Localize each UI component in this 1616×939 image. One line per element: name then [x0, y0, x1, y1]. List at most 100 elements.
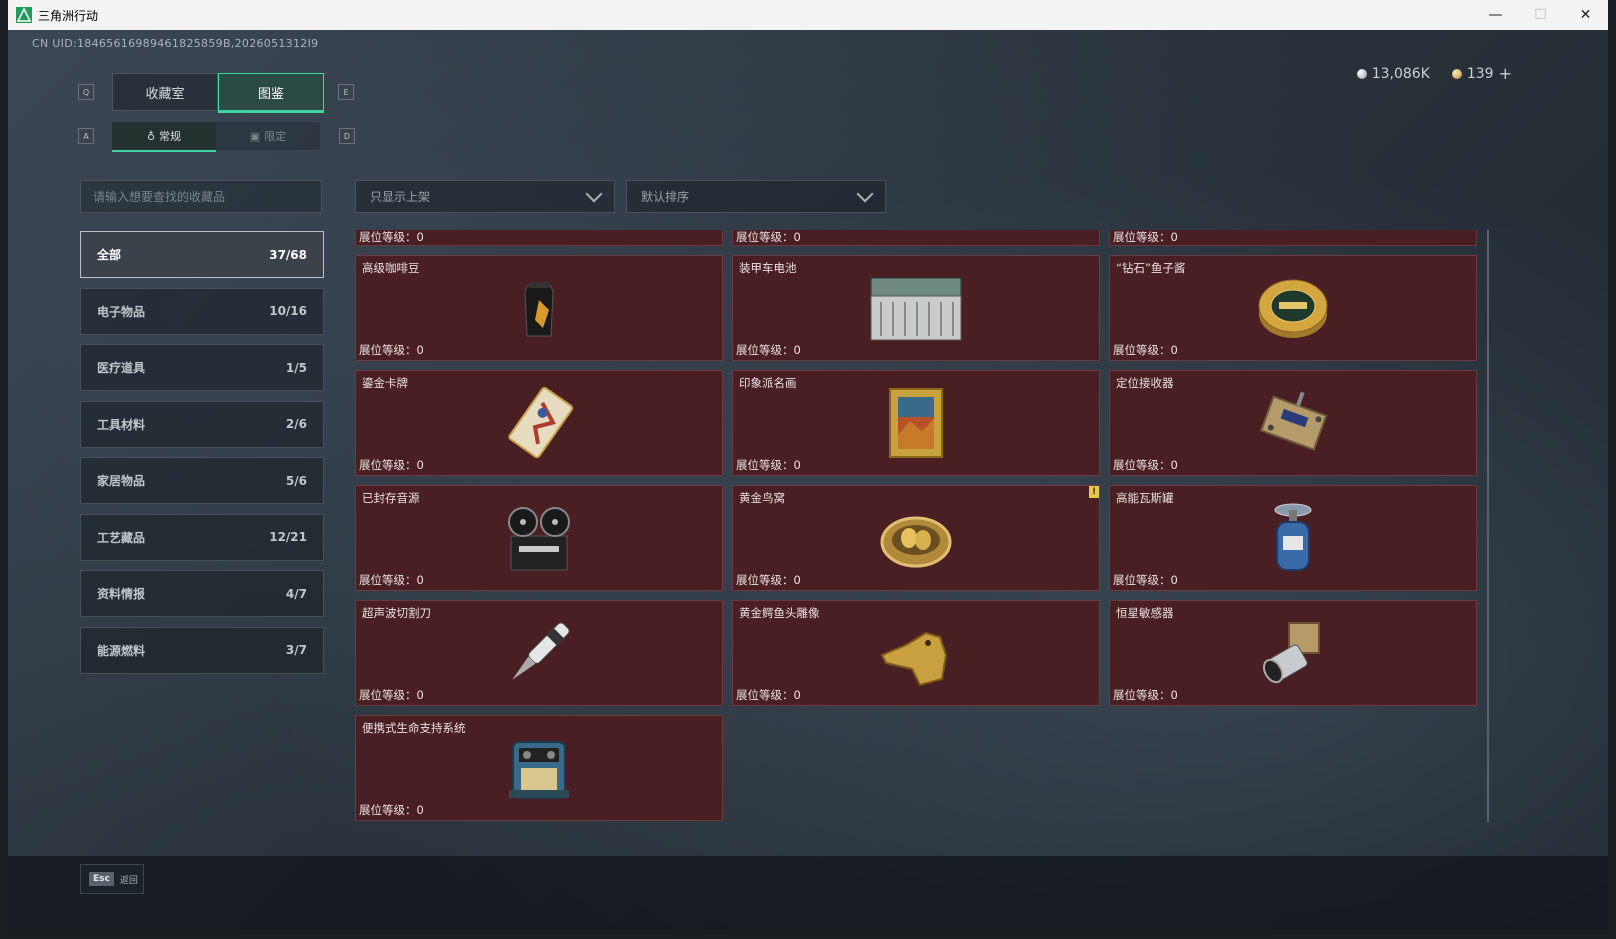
category-household[interactable]: 家居物品 5/6 — [80, 457, 324, 504]
level-value: 0 — [416, 230, 424, 244]
item-card-life-support[interactable]: 便携式生命支持系统 展位等级：0 — [355, 715, 723, 821]
back-button[interactable]: Esc 返回 — [80, 864, 144, 894]
key-hint-q: Q — [78, 84, 94, 100]
close-button[interactable]: ✕ — [1563, 0, 1608, 30]
warning-icon: ! — [1089, 486, 1099, 498]
filter-dropdown-value: 只显示上架 — [370, 190, 431, 204]
window-titlebar: 三角洲行动 — ☐ ✕ — [8, 0, 1608, 31]
level-label: 展位等级： — [359, 573, 417, 587]
level-label: 展位等级： — [736, 573, 794, 587]
item-card-partial[interactable]: 展位等级：0 — [355, 230, 723, 246]
level-label: 展位等级： — [1113, 230, 1171, 244]
item-name: 便携式生命支持系统 — [362, 721, 466, 735]
item-level: 展位等级：0 — [359, 457, 424, 473]
life-support-icon — [509, 741, 569, 799]
category-all[interactable]: 全部 37/68 — [80, 231, 324, 278]
category-label: 资料情报 — [97, 587, 146, 601]
category-label: 能源燃料 — [97, 643, 146, 658]
gold-currency: 139 + — [1451, 64, 1512, 83]
item-card-painting[interactable]: 印象派名画 展位等级：0 — [732, 370, 1100, 476]
item-level: 展位等级：0 — [736, 457, 801, 473]
ultrasonic-knife-icon — [512, 622, 570, 680]
category-energy[interactable]: 能源燃料 3/7 — [80, 626, 324, 674]
level-value: 0 — [1170, 458, 1178, 472]
item-card-partial[interactable]: 展位等级：0 — [1109, 230, 1477, 246]
item-card-coffee[interactable]: 高级咖啡豆 展位等级：0 — [355, 255, 723, 361]
level-value: 0 — [416, 458, 424, 472]
item-name: 超声波切割刀 — [362, 606, 431, 620]
item-card-ultrasonic-knife[interactable]: 超声波切割刀 展位等级：0 — [355, 600, 723, 706]
item-level: 展位等级：0 — [359, 572, 424, 588]
item-card-gas-canister[interactable]: 高能瓦斯罐 展位等级：0 — [1109, 485, 1477, 591]
item-card-receiver[interactable]: 定位接收器 展位等级：0 — [1109, 370, 1477, 476]
tab-collection-room[interactable]: 收藏室 — [112, 73, 218, 111]
item-card-battery[interactable]: 装甲车电池 展位等级：0 — [732, 255, 1100, 361]
filter-dropdown[interactable]: 只显示上架 — [355, 180, 615, 213]
level-value: 0 — [1170, 573, 1178, 587]
receiver-device-icon — [1259, 391, 1328, 451]
level-value: 0 — [793, 230, 801, 244]
item-card-gold-crocodile[interactable]: 黄金鳄鱼头雕像 展位等级：0 — [732, 600, 1100, 706]
category-count: 12/21 — [269, 530, 307, 544]
framed-painting-icon — [889, 388, 943, 458]
level-value: 0 — [793, 343, 801, 357]
level-value: 0 — [416, 573, 424, 587]
subtab-regular[interactable]: ♁ 常规 — [112, 122, 216, 152]
level-value: 0 — [416, 343, 424, 357]
item-level: 展位等级：0 — [1113, 457, 1178, 473]
category-intel[interactable]: 资料情报 4/7 — [80, 570, 324, 617]
window-title: 三角洲行动 — [38, 8, 99, 23]
level-label: 展位等级： — [359, 230, 417, 244]
star-sensor-icon — [1262, 622, 1320, 684]
app-logo-icon — [16, 7, 32, 23]
item-card-tape-recorder[interactable]: 已封存音源 展位等级：0 — [355, 485, 723, 591]
item-name: “钻石”鱼子酱 — [1116, 261, 1186, 275]
category-label: 电子物品 — [97, 304, 146, 319]
category-count: 4/7 — [285, 586, 307, 601]
item-name: 高级咖啡豆 — [362, 261, 420, 275]
item-card-golden-nest[interactable]: 黄金鸟窝 ! 展位等级：0 — [732, 485, 1100, 591]
maximize-button[interactable]: ☐ — [1518, 0, 1563, 30]
item-name: 装甲车电池 — [739, 261, 797, 275]
add-currency-button[interactable]: + — [1499, 64, 1512, 83]
category-label: 家居物品 — [97, 474, 146, 488]
level-value: 0 — [416, 803, 424, 817]
sort-dropdown-value: 默认排序 — [641, 190, 690, 204]
item-level: 展位等级：0 — [1113, 342, 1178, 358]
item-card-gilded-card[interactable]: 鎏金卡牌 展位等级：0 — [355, 370, 723, 476]
limited-icon: ▣ — [249, 129, 261, 143]
sub-tabs: ♁ 常规 ▣ 限定 — [112, 122, 320, 152]
level-label: 展位等级： — [736, 688, 794, 702]
item-card-caviar[interactable]: “钻石”鱼子酱 展位等级：0 — [1109, 255, 1477, 361]
level-label: 展位等级： — [1113, 573, 1171, 587]
category-count: 1/5 — [285, 360, 307, 375]
search-input[interactable]: 请输入想要查找的收藏品 — [80, 180, 322, 213]
minimize-button[interactable]: — — [1473, 0, 1518, 30]
item-name: 高能瓦斯罐 — [1116, 491, 1174, 505]
category-crafts[interactable]: 工艺藏品 12/21 — [80, 513, 324, 561]
category-electronics[interactable]: 电子物品 10/16 — [80, 287, 324, 335]
subtab-limited[interactable]: ▣ 限定 — [216, 122, 320, 150]
item-card-star-sensor[interactable]: 恒星敏感器 展位等级：0 — [1109, 600, 1477, 706]
sort-dropdown[interactable]: 默认排序 — [626, 180, 886, 213]
item-level: 展位等级：0 — [359, 802, 424, 818]
item-level: 展位等级：0 — [736, 687, 801, 703]
tab-codex[interactable]: 图鉴 — [218, 73, 324, 113]
gilded-card-icon — [508, 387, 574, 459]
level-label: 展位等级： — [1113, 688, 1171, 702]
item-level: 展位等级：0 — [736, 230, 801, 245]
key-hint-e: E — [338, 84, 354, 100]
category-tools[interactable]: 工具材料 2/6 — [80, 400, 324, 448]
level-label: 展位等级： — [359, 688, 417, 702]
item-level: 展位等级：0 — [1113, 687, 1178, 703]
item-name: 已封存音源 — [362, 491, 420, 505]
regular-icon: ♁ — [146, 129, 156, 143]
level-value: 0 — [1170, 688, 1178, 702]
item-grid: 展位等级：0 展位等级：0 展位等级：0 高级咖啡豆 展位等级：0 装甲车电池 — [355, 230, 1485, 822]
category-list: 全部 37/68 电子物品 10/16 医疗道具 1/5 工具材料 2/6 家居物品 5/… — [80, 231, 324, 683]
item-name: 定位接收器 — [1116, 376, 1174, 390]
item-card-partial[interactable]: 展位等级：0 — [732, 230, 1100, 246]
category-medical[interactable]: 医疗道具 1/5 — [80, 344, 324, 391]
grid-scrollbar[interactable] — [1487, 230, 1489, 822]
level-label: 展位等级： — [359, 343, 417, 357]
